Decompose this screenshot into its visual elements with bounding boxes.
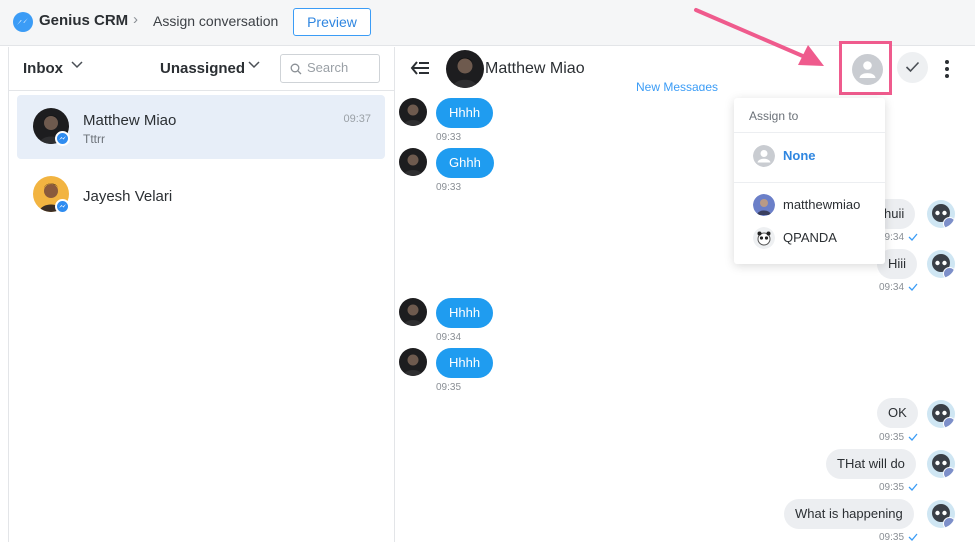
incoming-message: Hhhh [436, 98, 494, 128]
avatar [753, 194, 775, 216]
conversation-item[interactable]: Matthew Miao 09:37 Tttrr [17, 95, 385, 159]
assign-option-label: matthewmiao [783, 197, 861, 212]
message-time: 09:34 [436, 332, 462, 343]
message-time: 09:34 [879, 282, 905, 293]
sent-check-icon [908, 233, 918, 241]
resolve-button[interactable] [897, 52, 928, 83]
agent-mini-avatar [943, 417, 955, 428]
breadcrumb-separator: › [133, 11, 138, 28]
assign-option-label: QPANDA [783, 230, 837, 245]
message-time: 09:35 [879, 532, 905, 542]
contact-name: Matthew Miao [83, 112, 177, 129]
incoming-message: Hhhh [436, 298, 494, 328]
messenger-badge-icon [55, 131, 70, 146]
search-input[interactable] [307, 60, 375, 75]
conversation-list-header: Inbox Unassigned [9, 47, 395, 91]
pointer-arrow-annotation [694, 8, 824, 66]
message-time: 09:33 [436, 132, 462, 143]
search-icon [290, 63, 302, 75]
preview-button[interactable]: Preview [293, 8, 371, 36]
assign-option-matthewmiao[interactable]: matthewmiao [734, 191, 885, 219]
outgoing-message: What is happening [784, 499, 914, 529]
more-options-button[interactable] [940, 59, 954, 79]
assign-option-label: None [783, 148, 816, 163]
message-time: 09:33 [436, 182, 462, 193]
conversation-item[interactable]: Jayesh Velari [17, 163, 385, 227]
chevron-down-icon[interactable] [248, 61, 260, 69]
assign-agent-button[interactable] [852, 54, 883, 85]
agent-avatar [927, 250, 955, 278]
divider [734, 132, 885, 133]
agent-avatar [927, 450, 955, 478]
sent-check-icon [908, 283, 918, 291]
last-message-preview: Tttrr [83, 132, 105, 146]
app-name[interactable]: Genius CRM [39, 12, 128, 29]
assign-option-qpanda[interactable]: QPANDA [734, 224, 885, 252]
message-time: 09:35 [436, 382, 462, 393]
last-message-time: 09:37 [343, 113, 371, 125]
chevron-down-icon[interactable] [71, 61, 83, 69]
chat-contact-name: Matthew Miao [485, 60, 585, 77]
avatar [399, 148, 427, 176]
agent-mini-avatar [943, 267, 955, 278]
contact-name: Jayesh Velari [83, 188, 173, 205]
assign-option-none[interactable]: None [734, 142, 885, 170]
agent-avatar [927, 200, 955, 228]
avatar [753, 227, 775, 249]
incoming-message: Ghhh [436, 148, 494, 178]
avatar [399, 298, 427, 326]
divider [734, 182, 885, 183]
message-time: 09:35 [879, 482, 905, 493]
inbox-dropdown[interactable]: Inbox [23, 60, 63, 77]
sent-check-icon [908, 483, 918, 491]
user-icon [753, 145, 775, 167]
sent-check-icon [908, 533, 918, 541]
agent-mini-avatar [943, 217, 955, 228]
assign-to-dropdown: Assign to None matthewmiao QPANDA [734, 98, 885, 264]
agent-mini-avatar [943, 517, 955, 528]
new-messages-divider: New Messages [636, 80, 719, 91]
breadcrumb-current-page: Assign conversation [153, 13, 279, 29]
agent-avatar [927, 400, 955, 428]
outgoing-message: OK [877, 398, 918, 428]
user-icon [859, 61, 876, 78]
avatar [399, 348, 427, 376]
sent-check-icon [908, 433, 918, 441]
collapse-sidebar-icon[interactable] [410, 60, 430, 76]
agent-mini-avatar [943, 467, 955, 478]
messenger-logo-icon [13, 12, 33, 32]
outgoing-message: THat will do [826, 449, 916, 479]
conversation-list-panel: Inbox Unassigned Matthew Miao 09:37 Tttr… [8, 47, 395, 542]
agent-avatar [927, 500, 955, 528]
dropdown-title: Assign to [749, 109, 799, 123]
incoming-message: Hhhh [436, 348, 494, 378]
assignment-filter-dropdown[interactable]: Unassigned [160, 60, 245, 77]
message-time: 09:35 [879, 432, 905, 443]
checkmark-icon [905, 61, 920, 73]
messenger-badge-icon [55, 199, 70, 214]
search-box[interactable] [280, 54, 380, 83]
avatar [446, 50, 484, 88]
assign-button-highlight [839, 41, 892, 95]
avatar [399, 98, 427, 126]
